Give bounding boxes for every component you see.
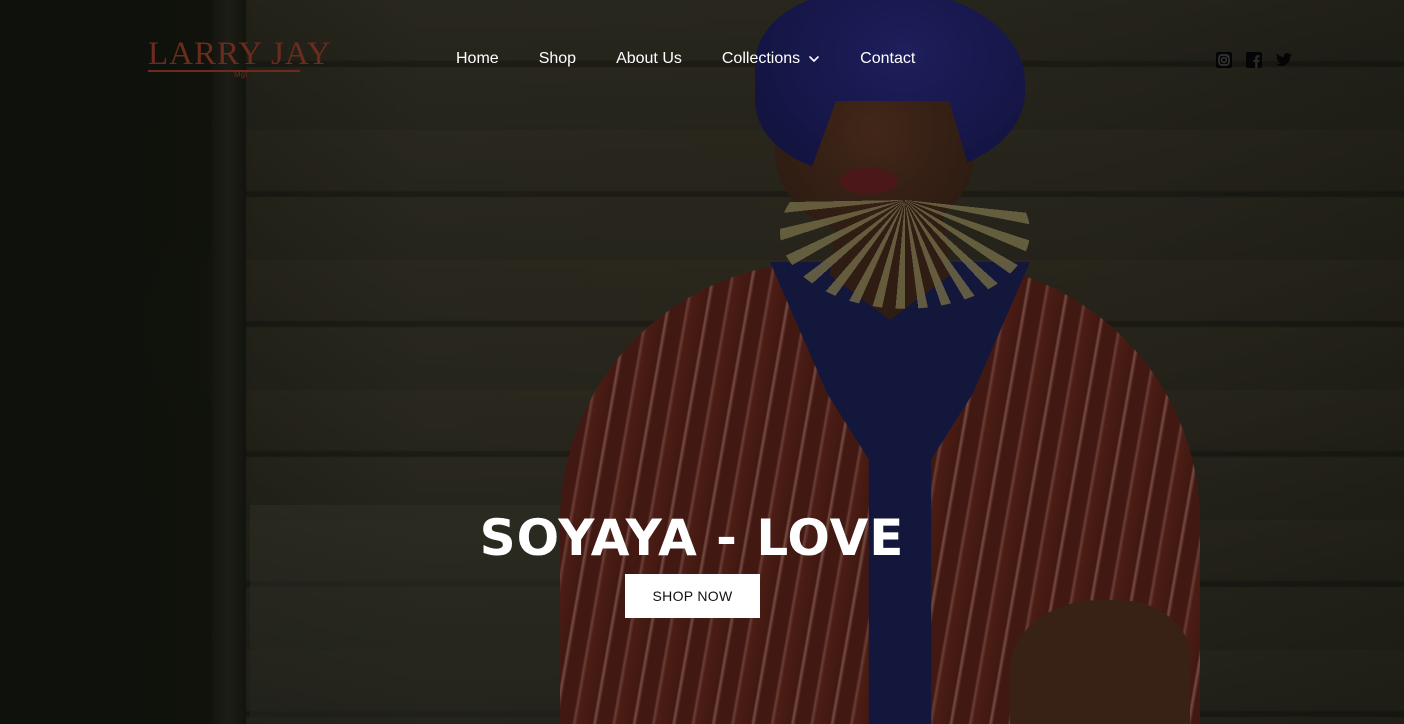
nav-item-label: Collections xyxy=(721,50,801,67)
nav-item-contact[interactable]: Contact xyxy=(860,49,915,69)
chevron-down-icon xyxy=(809,56,819,62)
logo-subtext: Mgt xyxy=(234,70,248,79)
nav-item-shop[interactable]: Shop xyxy=(539,49,576,69)
nav-item-about-us[interactable]: About Us xyxy=(616,49,682,69)
nav-item-home[interactable]: Home xyxy=(456,49,499,69)
shop-now-button[interactable]: SHOP NOW xyxy=(625,574,760,618)
logo-text: LARRY JAY xyxy=(148,36,332,72)
nav-item-label: Home xyxy=(456,50,499,67)
nav-item-collections[interactable]: Collections xyxy=(722,49,820,69)
hero-title: SOYAYA - LOVE xyxy=(479,508,905,567)
main-navigation: Home Shop About Us Collections Contact xyxy=(456,48,915,70)
twitter-link[interactable] xyxy=(1275,51,1293,69)
nav-item-label: About Us xyxy=(616,50,682,67)
site-header: LARRY JAY Mgt Home Shop About Us Collect… xyxy=(0,0,1404,118)
facebook-icon xyxy=(1246,52,1262,68)
instagram-link[interactable] xyxy=(1215,51,1233,69)
instagram-icon xyxy=(1216,52,1232,68)
hero-section: LARRY JAY Mgt Home Shop About Us Collect… xyxy=(0,0,1404,724)
site-logo[interactable]: LARRY JAY Mgt xyxy=(148,36,331,82)
twitter-icon xyxy=(1275,53,1292,66)
facebook-link[interactable] xyxy=(1245,51,1263,69)
logo-underline xyxy=(148,70,300,72)
nav-item-label: Contact xyxy=(860,50,916,67)
nav-item-label: Shop xyxy=(538,50,577,67)
social-links xyxy=(1215,51,1293,69)
